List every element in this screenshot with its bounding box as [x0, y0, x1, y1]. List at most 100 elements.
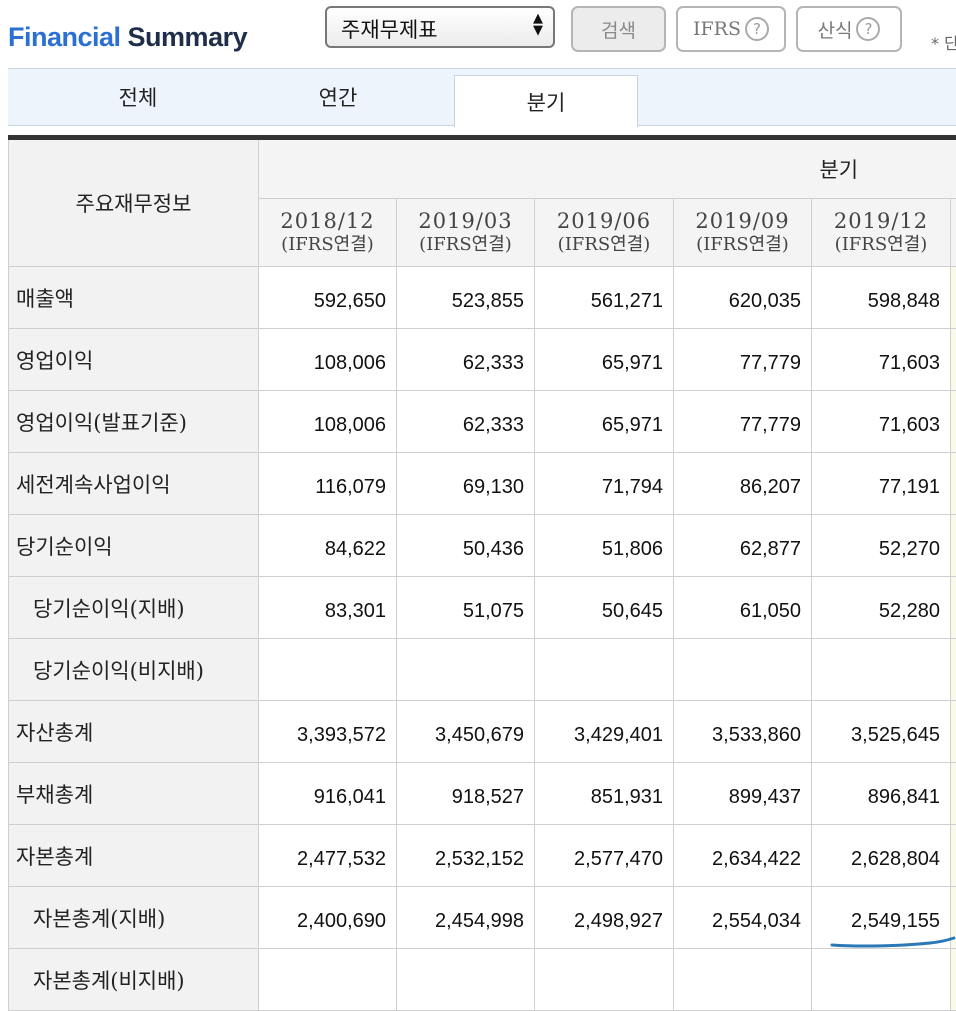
- header: Financial Summary 주재무제표 ▲▼ 검색 IFRS ? 산식 …: [0, 0, 956, 66]
- tab-quarter[interactable]: 분기: [454, 75, 638, 127]
- table-row: 영업이익(발표기준)108,00662,33365,97177,77971,60…: [9, 391, 956, 453]
- value-cell: 2,634,422: [674, 825, 812, 887]
- value-cell: 3,429,401: [535, 701, 674, 763]
- table-row: 당기순이익(지배)83,30151,07550,64561,05052,280: [9, 577, 956, 639]
- value-cell: 77,779: [674, 329, 812, 391]
- row-label: 자본총계(지배): [9, 887, 259, 949]
- value-cell: [397, 949, 535, 1011]
- formula-help-button[interactable]: 산식 ?: [796, 6, 902, 52]
- value-cell: 918,527: [397, 763, 535, 825]
- help-icon: ?: [856, 17, 880, 41]
- value-cell: 3,450,679: [397, 701, 535, 763]
- value-cell: 65,971: [535, 329, 674, 391]
- tab-all[interactable]: 전체: [38, 69, 238, 125]
- overflow-column-cell: [951, 577, 956, 639]
- period-date: 2019/09: [674, 208, 811, 234]
- page-title: Financial Summary: [8, 22, 247, 53]
- period-header: 2018/12(IFRS연결): [259, 199, 397, 267]
- value-cell: 592,650: [259, 267, 397, 329]
- table-row: 당기순이익84,62250,43651,80662,87752,270: [9, 515, 956, 577]
- period-basis: (IFRS연결): [812, 234, 950, 257]
- overflow-column-cell: [951, 391, 956, 453]
- value-cell: [535, 949, 674, 1011]
- value-cell: 84,622: [259, 515, 397, 577]
- row-label: 매출액: [9, 267, 259, 329]
- value-cell: 71,603: [812, 391, 951, 453]
- value-cell: 620,035: [674, 267, 812, 329]
- overflow-column-cell: [951, 515, 956, 577]
- value-cell: 899,437: [674, 763, 812, 825]
- period-header: 2019/06(IFRS연결): [535, 199, 674, 267]
- value-cell: 61,050: [674, 577, 812, 639]
- overflow-column-cell: [951, 639, 956, 701]
- ifrs-label: IFRS: [693, 18, 741, 40]
- value-cell: 108,006: [259, 329, 397, 391]
- value-cell: 2,400,690: [259, 887, 397, 949]
- tab-annual[interactable]: 연간: [238, 69, 438, 125]
- value-cell: 65,971: [535, 391, 674, 453]
- period-header: 2019/12(IFRS연결): [812, 199, 951, 267]
- search-button[interactable]: 검색: [571, 6, 666, 52]
- value-cell: [674, 949, 812, 1011]
- period-basis: (IFRS연결): [535, 234, 673, 257]
- period-date: 2019/06: [535, 208, 673, 234]
- period-header: 2019/09(IFRS연결): [674, 199, 812, 267]
- overflow-column-cell: [951, 949, 956, 1011]
- value-cell: 52,270: [812, 515, 951, 577]
- title-part2: Summary: [128, 22, 248, 52]
- value-cell: 50,645: [535, 577, 674, 639]
- value-cell: 2,498,927: [535, 887, 674, 949]
- value-cell: 62,333: [397, 391, 535, 453]
- value-cell: [259, 639, 397, 701]
- row-label: 부채총계: [9, 763, 259, 825]
- period-tabs: 전체 연간 분기: [8, 68, 956, 126]
- row-label: 당기순이익(비지배): [9, 639, 259, 701]
- overflow-column-header: [951, 199, 956, 267]
- value-cell: 896,841: [812, 763, 951, 825]
- value-cell: 108,006: [259, 391, 397, 453]
- table-row: 자본총계(비지배): [9, 949, 956, 1011]
- table-row: 자본총계(지배)2,400,6902,454,9982,498,9272,554…: [9, 887, 956, 949]
- value-cell: 851,931: [535, 763, 674, 825]
- overflow-column-cell: [951, 887, 956, 949]
- overflow-column-cell: [951, 763, 956, 825]
- table-row: 자산총계3,393,5723,450,6793,429,4013,533,860…: [9, 701, 956, 763]
- table-row: 자본총계2,477,5322,532,1522,577,4702,634,422…: [9, 825, 956, 887]
- value-cell: [812, 949, 951, 1011]
- title-part1: Financial: [8, 22, 121, 52]
- row-label: 자본총계(비지배): [9, 949, 259, 1011]
- row-label: 영업이익: [9, 329, 259, 391]
- value-cell: 51,806: [535, 515, 674, 577]
- row-label: 당기순이익: [9, 515, 259, 577]
- overflow-column-cell: [951, 267, 956, 329]
- value-cell: [812, 639, 951, 701]
- unit-note: * 단: [931, 30, 956, 54]
- value-cell: 71,794: [535, 453, 674, 515]
- value-cell: 77,191: [812, 453, 951, 515]
- period-basis: (IFRS연결): [259, 234, 396, 257]
- value-cell: 86,207: [674, 453, 812, 515]
- value-cell: 2,477,532: [259, 825, 397, 887]
- value-cell: 71,603: [812, 329, 951, 391]
- statement-select[interactable]: 주재무제표 ▲▼: [325, 6, 555, 48]
- row-label: 자본총계: [9, 825, 259, 887]
- overflow-column-cell: [951, 329, 956, 391]
- value-cell: 561,271: [535, 267, 674, 329]
- value-cell: [259, 949, 397, 1011]
- period-basis: (IFRS연결): [674, 234, 811, 257]
- value-cell: 2,628,804: [812, 825, 951, 887]
- value-cell: [397, 639, 535, 701]
- row-label: 영업이익(발표기준): [9, 391, 259, 453]
- value-cell: 523,855: [397, 267, 535, 329]
- value-cell: 2,532,152: [397, 825, 535, 887]
- table-row: 부채총계916,041918,527851,931899,437896,841: [9, 763, 956, 825]
- period-date: 2018/12: [259, 208, 396, 234]
- help-icon: ?: [745, 17, 769, 41]
- value-cell: 2,454,998: [397, 887, 535, 949]
- value-cell: 2,549,155: [812, 887, 951, 949]
- formula-label: 산식: [818, 16, 853, 43]
- ifrs-help-button[interactable]: IFRS ?: [676, 6, 786, 52]
- value-cell: 52,280: [812, 577, 951, 639]
- quarter-group-header: 분기: [259, 138, 956, 199]
- table-row: 세전계속사업이익116,07969,13071,79486,20777,191: [9, 453, 956, 515]
